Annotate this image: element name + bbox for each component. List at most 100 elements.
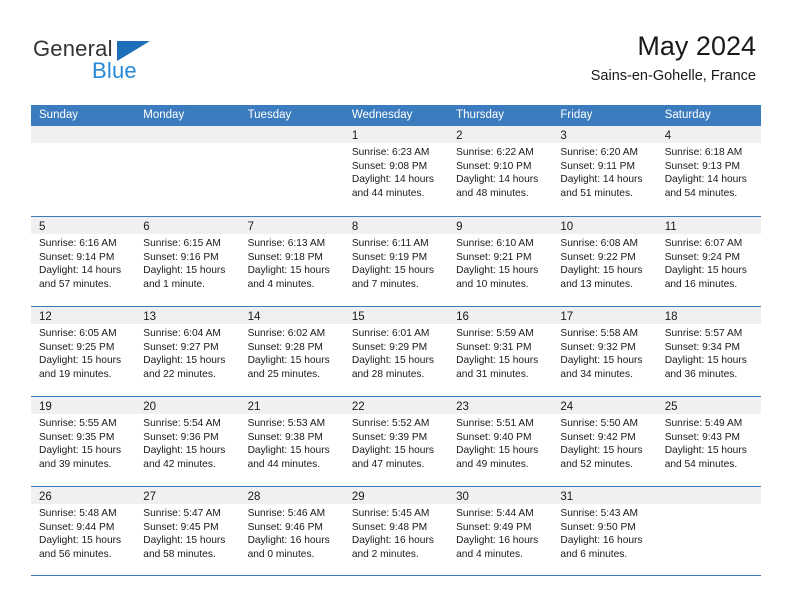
calendar-day-cell[interactable]: 27 Sunrise: 5:47 AM Sunset: 9:45 PM Dayligh… [135, 487, 240, 575]
day-number-strip: 8 [343, 217, 449, 234]
day-number-strip [31, 126, 136, 143]
day-number: 20 [143, 401, 157, 413]
calendar-day-cell[interactable]: 17 Sunrise: 5:58 AM Sunset: 9:32 PM Dayligh… [552, 307, 657, 396]
sunset-text: Sunset: 9:21 PM [456, 251, 532, 263]
calendar-day-cell[interactable]: 16 Sunrise: 5:59 AM Sunset: 9:31 PM Dayligh… [448, 307, 553, 396]
sunset-text: Sunset: 9:29 PM [351, 341, 428, 353]
sunrise-text: Sunrise: 5:51 AM [456, 418, 534, 429]
day-number-strip: 27 [135, 487, 240, 504]
day-number: 2 [456, 130, 463, 142]
calendar-day-cell[interactable]: 20 Sunrise: 5:54 AM Sunset: 9:36 PM Dayligh… [135, 397, 240, 486]
day-number-strip: 9 [448, 217, 553, 234]
sunset-text: Sunset: 9:14 PM [39, 251, 115, 263]
daylight-text: Daylight: 15 hours and 25 minutes. [247, 355, 330, 380]
daylight-text: Daylight: 15 hours and 52 minutes. [560, 445, 643, 470]
day-number-strip: 7 [239, 217, 344, 234]
calendar-week-row: 1 Sunrise: 6:23 AM Sunset: 9:08 PM Daylight… [31, 126, 761, 216]
calendar-day-cell[interactable]: 9 Sunrise: 6:10 AM Sunset: 9:21 PM Daylight… [448, 217, 553, 306]
calendar-day-cell[interactable]: 6 Sunrise: 6:15 AM Sunset: 9:16 PM Daylight… [135, 217, 240, 306]
calendar-day-cell[interactable]: 5 Sunrise: 6:16 AM Sunset: 9:14 PM Daylight… [31, 217, 136, 306]
calendar-day-cell[interactable]: 4 Sunrise: 6:18 AM Sunset: 9:13 PM Daylight… [656, 126, 761, 216]
calendar-day-cell[interactable]: 10 Sunrise: 6:08 AM Sunset: 9:22 PM Dayligh… [552, 217, 657, 306]
day-number-strip: 20 [135, 397, 240, 414]
weekday-header-sunday: Sunday [39, 109, 79, 121]
calendar-day-cell[interactable]: 15 Sunrise: 6:01 AM Sunset: 9:29 PM Dayligh… [343, 307, 449, 396]
weekday-header-saturday: Saturday [664, 109, 711, 121]
daylight-text: Daylight: 15 hours and 28 minutes. [351, 355, 434, 380]
sunrise-text: Sunrise: 6:15 AM [143, 238, 221, 249]
daylight-text: Daylight: 15 hours and 36 minutes. [664, 355, 747, 380]
daylight-text: Daylight: 15 hours and 42 minutes. [143, 445, 226, 470]
calendar-week-row: 5 Sunrise: 6:16 AM Sunset: 9:14 PM Daylight… [31, 216, 761, 306]
calendar-week-row: 19 Sunrise: 5:55 AM Sunset: 9:35 PM Dayligh… [31, 396, 761, 486]
sunset-text: Sunset: 9:34 PM [664, 341, 741, 353]
day-info: Sunrise: 5:48 AM Sunset: 9:44 PM Daylight:… [31, 504, 135, 561]
calendar-day-cell[interactable]: 3 Sunrise: 6:20 AM Sunset: 9:11 PM Daylight… [552, 126, 657, 216]
calendar-day-cell[interactable]: 28 Sunrise: 5:46 AM Sunset: 9:46 PM Dayligh… [239, 487, 344, 575]
day-number-strip: 6 [135, 217, 240, 234]
sunset-text: Sunset: 9:35 PM [39, 431, 115, 443]
day-number: 28 [247, 491, 261, 503]
calendar-day-cell[interactable]: 18 Sunrise: 5:57 AM Sunset: 9:34 PM Dayligh… [656, 307, 761, 396]
sunset-text: Sunset: 9:28 PM [247, 341, 323, 353]
day-info: Sunrise: 6:16 AM Sunset: 9:14 PM Daylight:… [31, 234, 135, 291]
daylight-text: Daylight: 15 hours and 16 minutes. [664, 265, 747, 290]
calendar-day-cell[interactable]: 2 Sunrise: 6:22 AM Sunset: 9:10 PM Daylight… [448, 126, 553, 216]
calendar-day-cell[interactable]: 25 Sunrise: 5:49 AM Sunset: 9:43 PM Dayligh… [656, 397, 761, 486]
day-info: Sunrise: 5:43 AM Sunset: 9:50 PM Daylight:… [552, 504, 656, 561]
day-info: Sunrise: 6:13 AM Sunset: 9:18 PM Daylight:… [240, 234, 344, 291]
calendar-day-cell[interactable]: 7 Sunrise: 6:13 AM Sunset: 9:18 PM Daylight… [239, 217, 344, 306]
day-info: Sunrise: 5:47 AM Sunset: 9:45 PM Daylight:… [135, 504, 239, 561]
day-info: Sunrise: 6:22 AM Sunset: 9:10 PM Daylight:… [448, 143, 552, 200]
sunrise-text: Sunrise: 5:57 AM [664, 328, 743, 339]
sunrise-text: Sunrise: 5:46 AM [247, 508, 326, 519]
daylight-text: Daylight: 16 hours and 0 minutes. [247, 535, 330, 560]
sunrise-text: Sunrise: 6:22 AM [456, 147, 534, 158]
day-info: Sunrise: 6:23 AM Sunset: 9:08 PM Daylight:… [344, 143, 448, 200]
day-number-strip: 11 [656, 217, 761, 234]
day-number-strip: 15 [343, 307, 449, 324]
day-info: Sunrise: 6:11 AM Sunset: 9:19 PM Daylight:… [344, 234, 448, 291]
calendar-day-cell[interactable]: 8 Sunrise: 6:11 AM Sunset: 9:19 PM Daylight… [343, 217, 449, 306]
day-number: 3 [560, 130, 567, 142]
daylight-text: Daylight: 16 hours and 4 minutes. [456, 535, 539, 560]
calendar-day-cell[interactable]: 19 Sunrise: 5:55 AM Sunset: 9:35 PM Dayligh… [31, 397, 136, 486]
day-number: 21 [247, 401, 261, 413]
sunrise-text: Sunrise: 6:23 AM [351, 147, 430, 158]
daylight-text: Daylight: 15 hours and 58 minutes. [143, 535, 226, 560]
sunset-text: Sunset: 9:46 PM [247, 521, 323, 533]
general-blue-logo[interactable]: General Blue [33, 36, 213, 88]
calendar-day-cell[interactable]: 26 Sunrise: 5:48 AM Sunset: 9:44 PM Dayligh… [31, 487, 136, 575]
logo-text-blue: Blue [92, 58, 137, 83]
calendar-day-cell[interactable]: 24 Sunrise: 5:50 AM Sunset: 9:42 PM Dayligh… [552, 397, 657, 486]
calendar-day-cell[interactable]: 22 Sunrise: 5:52 AM Sunset: 9:39 PM Dayligh… [343, 397, 449, 486]
title-block: May 2024 Sains-en-Gohelle, France [591, 30, 756, 85]
day-number-strip: 12 [31, 307, 136, 324]
day-number-strip: 1 [343, 126, 449, 143]
day-number-strip: 24 [552, 397, 657, 414]
calendar-day-cell[interactable]: 1 Sunrise: 6:23 AM Sunset: 9:08 PM Daylight… [343, 126, 449, 216]
day-number: 29 [351, 491, 365, 503]
day-info: Sunrise: 5:49 AM Sunset: 9:43 PM Daylight:… [657, 414, 761, 471]
sunrise-text: Sunrise: 6:05 AM [39, 328, 117, 339]
calendar-day-cell[interactable]: 14 Sunrise: 6:02 AM Sunset: 9:28 PM Dayligh… [239, 307, 344, 396]
day-number: 31 [560, 491, 574, 503]
daylight-text: Daylight: 15 hours and 10 minutes. [456, 265, 539, 290]
sunset-text: Sunset: 9:31 PM [456, 341, 532, 353]
day-number: 19 [39, 401, 52, 413]
calendar-day-cell[interactable]: 30 Sunrise: 5:44 AM Sunset: 9:49 PM Dayligh… [448, 487, 553, 575]
calendar-day-cell[interactable]: 11 Sunrise: 6:07 AM Sunset: 9:24 PM Dayligh… [656, 217, 761, 306]
sunset-text: Sunset: 9:43 PM [664, 431, 741, 443]
weekday-header-row: Sunday Monday Tuesday Wednesday Thursday Frid… [31, 105, 761, 126]
calendar-day-cell[interactable]: 31 Sunrise: 5:43 AM Sunset: 9:50 PM Dayligh… [552, 487, 657, 575]
sunrise-text: Sunrise: 5:48 AM [39, 508, 117, 519]
daylight-text: Daylight: 15 hours and 13 minutes. [560, 265, 643, 290]
day-info: Sunrise: 5:50 AM Sunset: 9:42 PM Daylight:… [552, 414, 656, 471]
day-number: 1 [351, 130, 359, 142]
calendar-day-cell[interactable]: 21 Sunrise: 5:53 AM Sunset: 9:38 PM Dayligh… [239, 397, 344, 486]
calendar-day-cell[interactable]: 13 Sunrise: 6:04 AM Sunset: 9:27 PM Dayligh… [135, 307, 240, 396]
calendar-day-cell[interactable]: 29 Sunrise: 5:45 AM Sunset: 9:48 PM Dayligh… [343, 487, 449, 575]
calendar-day-cell[interactable]: 23 Sunrise: 5:51 AM Sunset: 9:40 PM Dayligh… [448, 397, 553, 486]
calendar-day-cell[interactable]: 12 Sunrise: 6:05 AM Sunset: 9:25 PM Dayligh… [31, 307, 136, 396]
weekday-header-friday: Friday [560, 109, 593, 121]
